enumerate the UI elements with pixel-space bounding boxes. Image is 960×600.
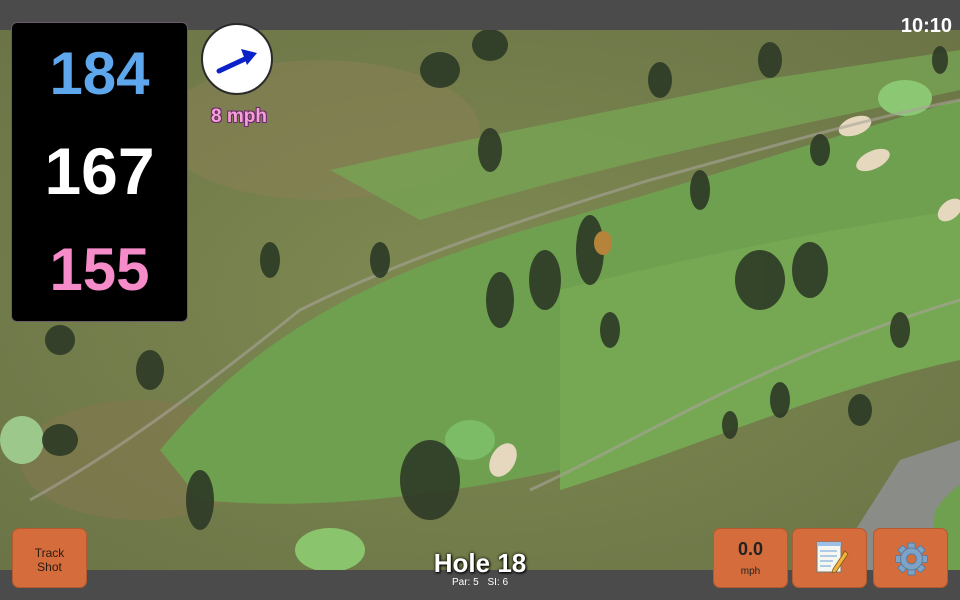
hole-info: Par: 5 SI: 6 <box>380 577 580 588</box>
arrow-icon <box>216 49 257 74</box>
middle-distance: 167 <box>44 134 155 208</box>
settings-button[interactable] <box>873 528 948 588</box>
hole-par: Par: 5 <box>451 577 479 588</box>
wind-speed-label: 8 mph <box>211 106 267 127</box>
hole-stroke-index: SI: 6 <box>487 577 509 588</box>
back-distance: 184 <box>49 40 150 107</box>
speed-unit: mph <box>740 566 761 577</box>
wind-direction-indicator <box>201 23 273 95</box>
speed-button[interactable]: 0.0 mph <box>713 528 788 588</box>
track-shot-label-line2: Shot <box>37 560 62 574</box>
track-shot-button[interactable]: Track Shot <box>12 528 87 588</box>
hole-title: Hole 18 <box>433 548 527 578</box>
front-distance: 155 <box>49 236 150 303</box>
clock: 10:10 <box>900 15 952 37</box>
gear-icon <box>895 542 928 576</box>
speed-value: 0.0 <box>737 539 764 559</box>
distance-panel: 184 167 155 <box>11 22 188 322</box>
track-shot-label-line1: Track <box>34 546 65 560</box>
notepad-icon <box>816 541 849 574</box>
notes-button[interactable] <box>792 528 867 588</box>
